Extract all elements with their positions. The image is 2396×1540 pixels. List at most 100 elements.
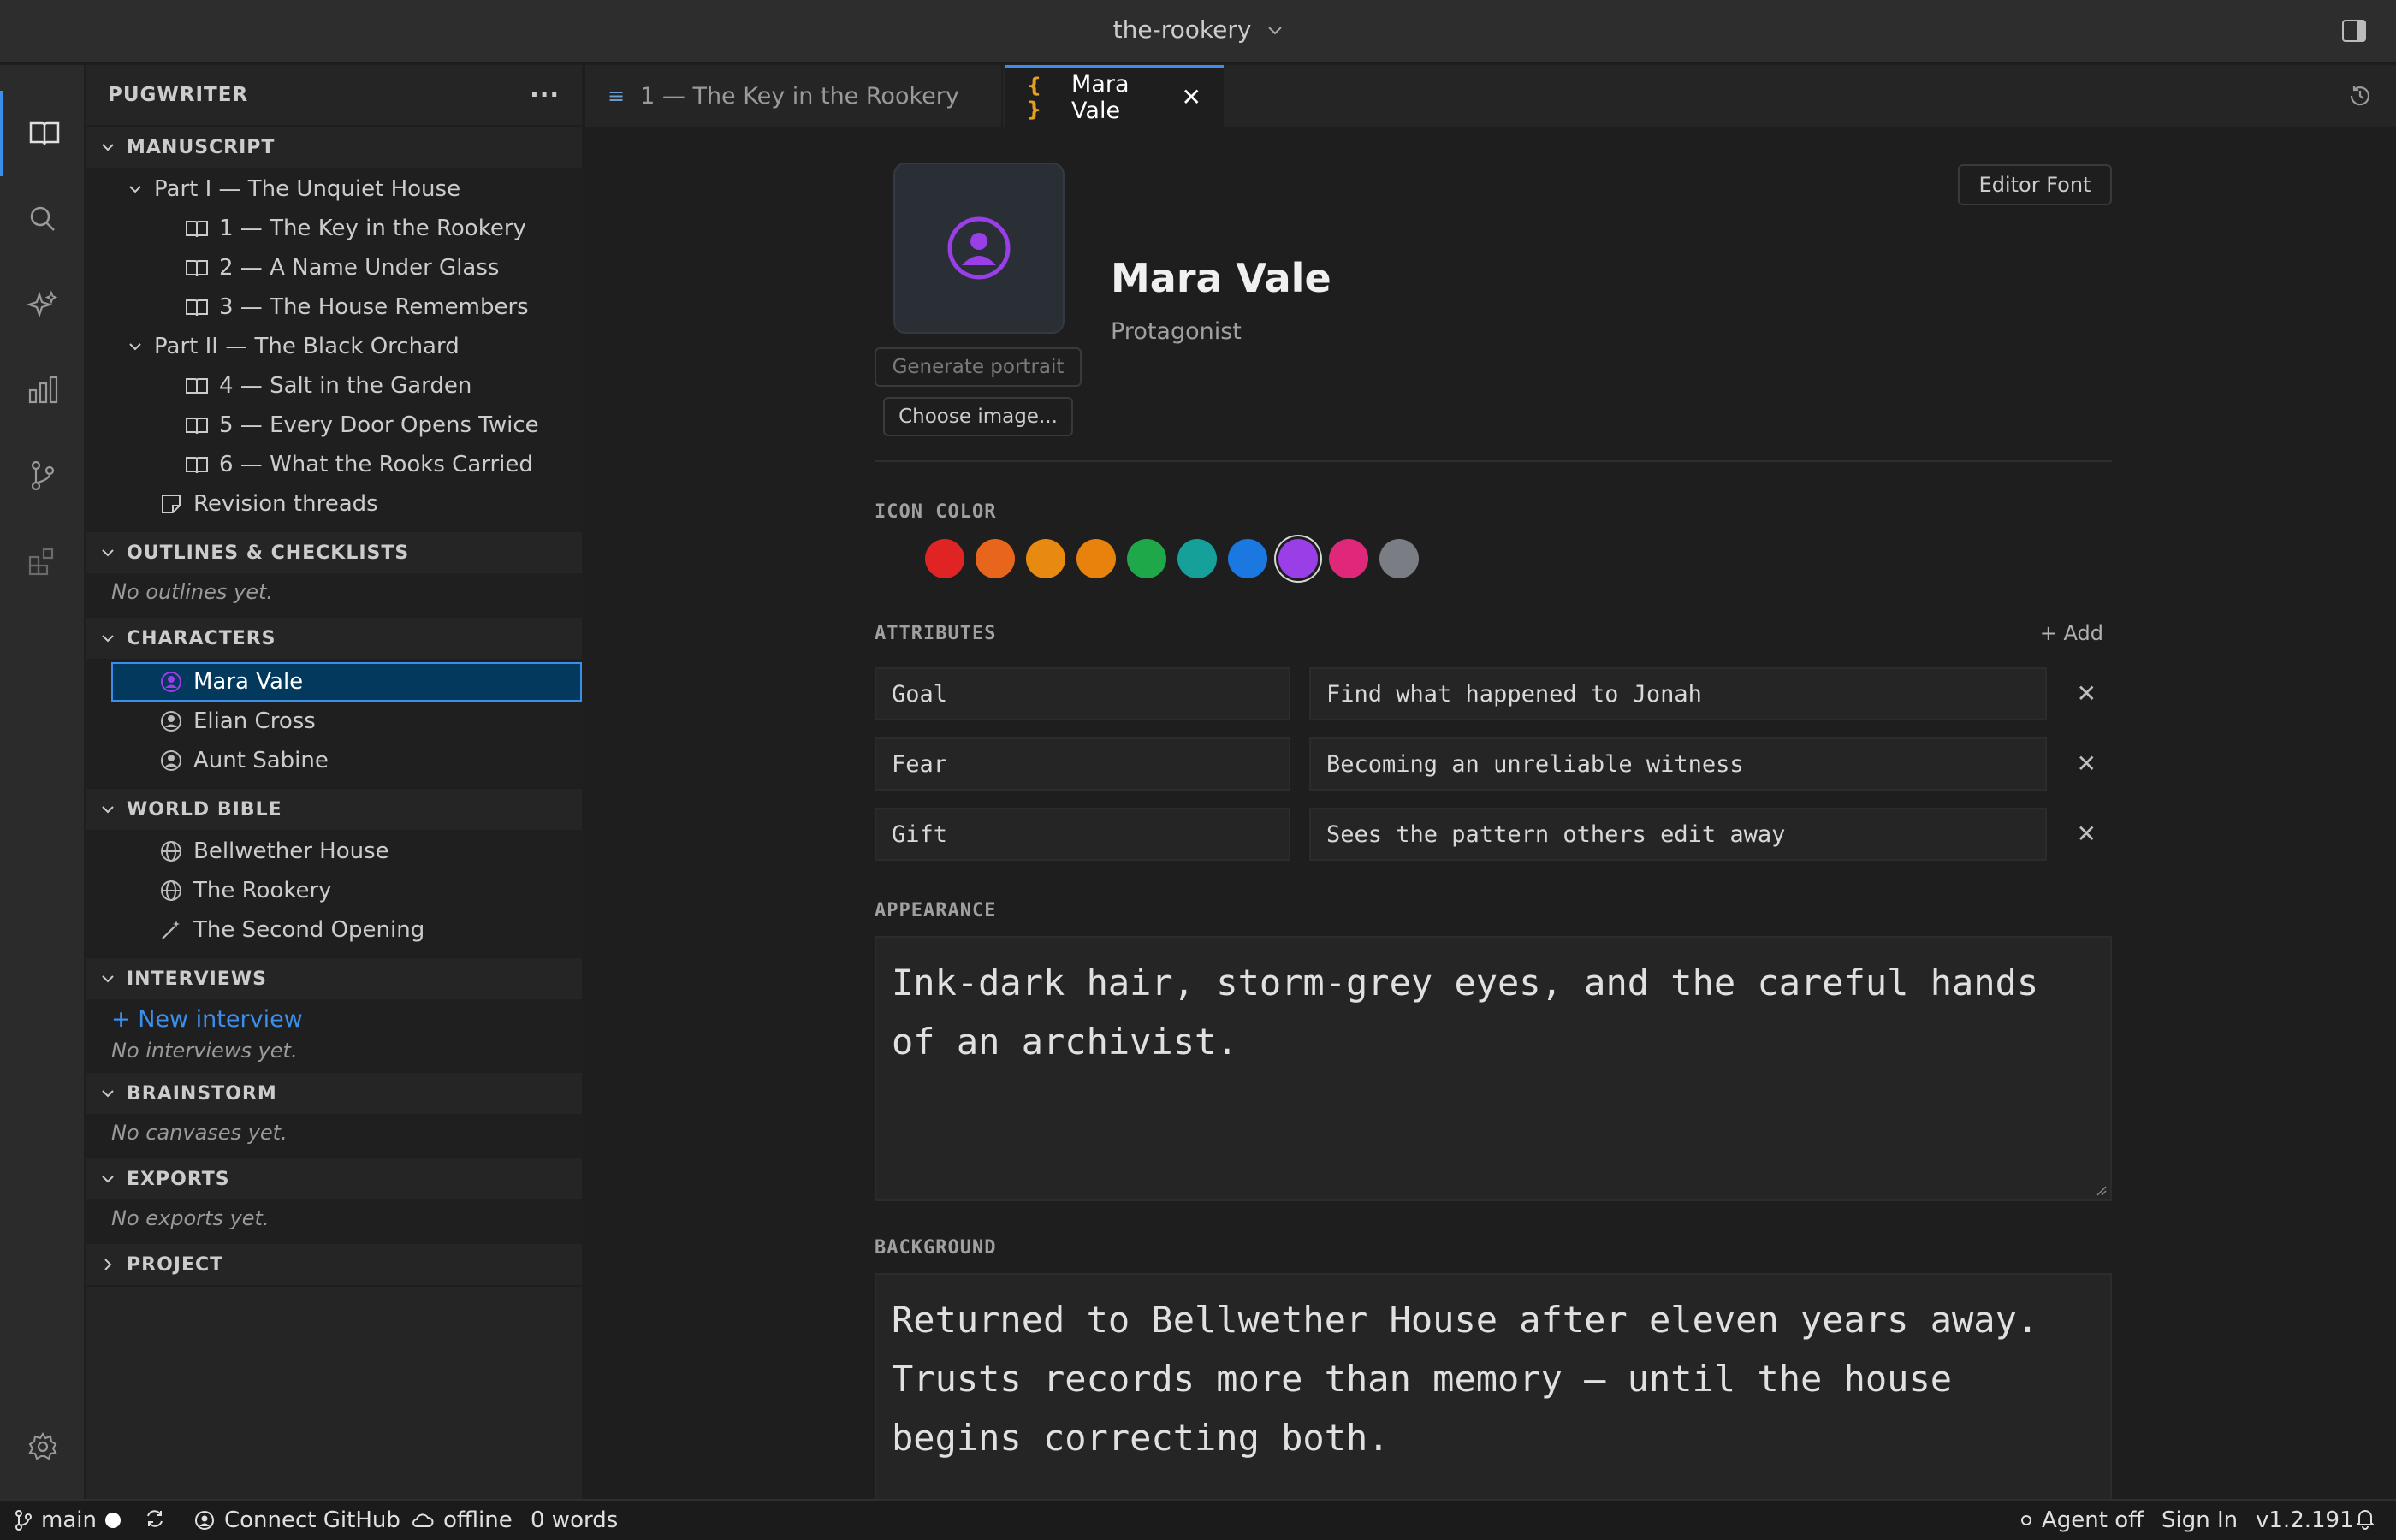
activity-bar	[0, 65, 86, 1499]
character-name[interactable]: Mara Vale	[1111, 255, 1331, 301]
choose-image-button[interactable]: Choose image...	[883, 397, 1073, 436]
activity-manuscript[interactable]	[0, 91, 86, 176]
appearance-textarea[interactable]: Ink-dark hair, storm-grey eyes, and the …	[875, 936, 2112, 1201]
color-swatch[interactable]	[1228, 539, 1267, 578]
more-actions-icon[interactable]: ···	[530, 80, 560, 109]
activity-search[interactable]	[0, 176, 86, 262]
chevron-down-icon	[102, 1090, 114, 1098]
tab-label: 1 — The Key in the Rookery	[640, 82, 959, 110]
section-brainstorm[interactable]: BRAINSTORM	[86, 1071, 582, 1114]
agent-label: Agent off	[2042, 1507, 2144, 1533]
activity-source-control[interactable]	[0, 433, 86, 518]
window-title[interactable]: the-rookery	[0, 15, 2396, 44]
color-swatch[interactable]	[1278, 539, 1318, 578]
chapter-label: 5 — Every Door Opens Twice	[219, 412, 539, 438]
section-world-bible[interactable]: WORLD BIBLE	[86, 787, 582, 830]
circle-icon	[2021, 1515, 2031, 1525]
world-the-second-opening[interactable]: The Second Opening	[86, 910, 582, 950]
attribute-value-input[interactable]: Sees the pattern others edit away	[1309, 808, 2047, 861]
user-circle-icon	[161, 711, 181, 732]
new-interview-link[interactable]: + New interview	[86, 1001, 582, 1037]
character-elian-cross[interactable]: Elian Cross	[111, 702, 582, 741]
status-agent[interactable]: Agent off	[2019, 1507, 2144, 1533]
activity-settings[interactable]	[0, 1404, 86, 1490]
status-branch[interactable]: main	[14, 1507, 131, 1533]
tree-chapter-4[interactable]: 4 — Salt in the Garden	[86, 366, 582, 406]
color-swatch[interactable]	[1026, 539, 1065, 578]
add-attribute-button[interactable]: + Add	[2040, 621, 2103, 645]
section-characters[interactable]: CHARACTERS	[86, 616, 582, 659]
attribute-value-input[interactable]: Find what happened to Jonah	[1309, 667, 2047, 720]
character-role[interactable]: Protagonist	[1111, 318, 1242, 345]
tree-label: Revision threads	[193, 491, 378, 517]
remove-attribute-icon[interactable]: ✕	[2077, 820, 2096, 848]
magic-wand-icon	[162, 921, 180, 939]
color-swatch[interactable]	[1329, 539, 1368, 578]
activity-stats[interactable]	[0, 347, 86, 433]
attribute-key-input[interactable]: Fear	[875, 737, 1290, 791]
generate-portrait-button[interactable]: Generate portrait	[875, 347, 1082, 387]
attribute-key-input[interactable]: Gift	[875, 808, 1290, 861]
extensions-icon	[28, 548, 54, 576]
status-version: v1.2.191	[2256, 1507, 2354, 1533]
tree-part-1[interactable]: Part I — The Unquiet House	[86, 169, 582, 209]
background-label: BACKGROUND	[875, 1237, 997, 1259]
section-interviews[interactable]: INTERVIEWS	[86, 957, 582, 999]
history-icon[interactable]	[2346, 82, 2374, 110]
section-title: MANUSCRIPT	[127, 136, 276, 158]
activity-extensions[interactable]	[0, 518, 86, 604]
status-sign-in[interactable]: Sign In	[2162, 1507, 2238, 1533]
github-label: Connect GitHub	[224, 1507, 400, 1533]
section-project[interactable]: PROJECT	[86, 1242, 582, 1285]
appearance-text: Ink-dark hair, storm-grey eyes, and the …	[892, 962, 2039, 1063]
chevron-down-icon	[102, 1176, 114, 1183]
tab-mara-vale[interactable]: { } Mara Vale ✕	[1005, 65, 1224, 127]
section-title: WORLD BIBLE	[127, 798, 282, 820]
color-swatch[interactable]	[1076, 539, 1116, 578]
chapter-label: 4 — Salt in the Garden	[219, 373, 472, 399]
tree-chapter-1[interactable]: 1 — The Key in the Rookery	[86, 209, 582, 248]
editor-font-button[interactable]: Editor Font	[1958, 164, 2112, 205]
tab-chapter-1[interactable]: ≡ 1 — The Key in the Rookery	[585, 65, 1003, 127]
section-manuscript[interactable]: MANUSCRIPT	[86, 125, 582, 168]
status-notifications[interactable]	[2355, 1507, 2384, 1530]
status-github[interactable]: Connect GitHub	[193, 1507, 400, 1533]
color-swatch[interactable]	[1127, 539, 1166, 578]
tree-chapter-2[interactable]: 2 — A Name Under Glass	[86, 248, 582, 287]
color-swatch[interactable]	[875, 539, 914, 578]
character-aunt-sabine[interactable]: Aunt Sabine	[111, 741, 582, 780]
resize-grip-icon[interactable]	[2095, 1184, 2107, 1196]
panel-layout-icon[interactable]	[2341, 19, 2367, 43]
attribute-key-input[interactable]: Goal	[875, 667, 1290, 720]
tree-chapter-3[interactable]: 3 — The House Remembers	[86, 287, 582, 327]
remove-attribute-icon[interactable]: ✕	[2077, 679, 2096, 708]
exports-body: No exports yet.	[86, 1199, 582, 1242]
status-connection[interactable]: offline	[411, 1507, 513, 1533]
color-swatch[interactable]	[1177, 539, 1217, 578]
tree-chapter-5[interactable]: 5 — Every Door Opens Twice	[86, 406, 582, 445]
background-textarea[interactable]: Returned to Bellwether House after eleve…	[875, 1273, 2112, 1499]
branch-name: main	[41, 1507, 97, 1533]
world-the-rookery[interactable]: The Rookery	[86, 871, 582, 910]
status-sync[interactable]	[144, 1507, 175, 1530]
activity-ai[interactable]	[0, 262, 86, 347]
tree-chapter-6[interactable]: 6 — What the Rooks Carried	[86, 445, 582, 484]
character-mara-vale[interactable]: Mara Vale	[111, 662, 582, 702]
title-bar: the-rookery	[0, 0, 2396, 63]
world-bellwether-house[interactable]: Bellwether House	[86, 832, 582, 871]
color-swatch[interactable]	[976, 539, 1015, 578]
remove-attribute-icon[interactable]: ✕	[2077, 749, 2096, 778]
outlines-body: No outlines yet.	[86, 573, 582, 616]
section-outlines[interactable]: OUTLINES & CHECKLISTS	[86, 530, 582, 573]
close-icon[interactable]: ✕	[1182, 83, 1201, 111]
section-exports[interactable]: EXPORTS	[86, 1157, 582, 1199]
attribute-value-input[interactable]: Becoming an unreliable witness	[1309, 737, 2047, 791]
color-swatch[interactable]	[925, 539, 964, 578]
color-swatch[interactable]	[1379, 539, 1419, 578]
tree-revision-threads[interactable]: Revision threads	[86, 484, 582, 524]
attribute-row: Goal Find what happened to Jonah ✕	[875, 667, 2112, 720]
portrait-placeholder[interactable]	[893, 163, 1065, 334]
chevron-down-icon	[102, 635, 114, 643]
brainstorm-body: No canvases yet.	[86, 1114, 582, 1157]
tree-part-2[interactable]: Part II — The Black Orchard	[86, 327, 582, 366]
